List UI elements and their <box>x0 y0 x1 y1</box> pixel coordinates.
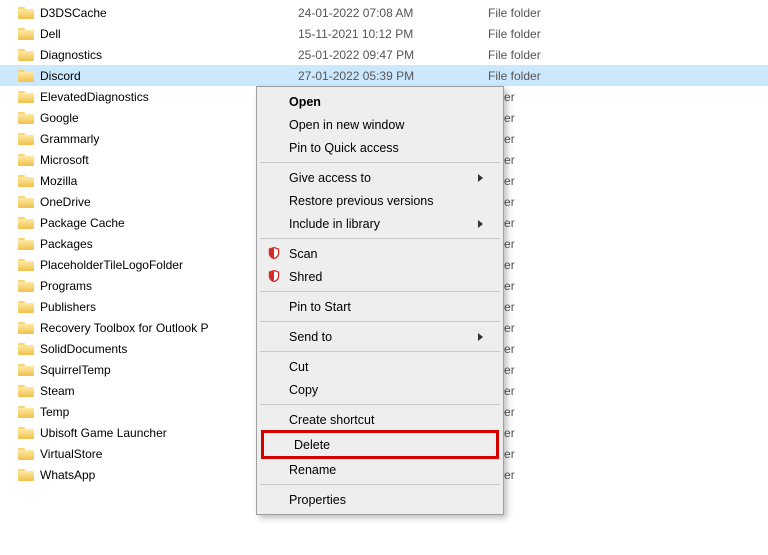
menu-shred[interactable]: Shred <box>259 265 501 288</box>
chevron-right-icon <box>478 220 483 228</box>
folder-icon <box>18 405 34 418</box>
folder-icon <box>18 174 34 187</box>
file-name: Diagnostics <box>40 48 298 62</box>
file-type: older <box>488 321 608 335</box>
folder-icon <box>18 195 34 208</box>
folder-icon <box>18 426 34 439</box>
file-row[interactable]: Discord27-01-2022 05:39 PMFile folder <box>0 65 768 86</box>
menu-open[interactable]: Open <box>259 90 501 113</box>
menu-restore-previous[interactable]: Restore previous versions <box>259 189 501 212</box>
file-name: D3DSCache <box>40 6 298 20</box>
menu-open-new-window[interactable]: Open in new window <box>259 113 501 136</box>
menu-give-access-to[interactable]: Give access to <box>259 166 501 189</box>
file-type: older <box>488 426 608 440</box>
shield-shred-icon <box>267 269 281 283</box>
menu-separator <box>260 404 500 405</box>
file-row[interactable]: Dell15-11-2021 10:12 PMFile folder <box>0 23 768 44</box>
menu-separator <box>260 238 500 239</box>
folder-icon <box>18 69 34 82</box>
file-date: 24-01-2022 07:08 AM <box>298 6 488 20</box>
folder-icon <box>18 237 34 250</box>
folder-icon <box>18 342 34 355</box>
folder-icon <box>18 468 34 481</box>
file-type: older <box>488 111 608 125</box>
menu-separator <box>260 351 500 352</box>
folder-icon <box>18 384 34 397</box>
folder-icon <box>18 6 34 19</box>
menu-cut[interactable]: Cut <box>259 355 501 378</box>
file-type: File folder <box>488 69 608 83</box>
menu-separator <box>260 321 500 322</box>
file-type: older <box>488 153 608 167</box>
folder-icon <box>18 111 34 124</box>
menu-include-library[interactable]: Include in library <box>259 212 501 235</box>
file-type: older <box>488 132 608 146</box>
menu-delete[interactable]: Delete <box>264 433 496 456</box>
folder-icon <box>18 279 34 292</box>
folder-icon <box>18 132 34 145</box>
file-date: 27-01-2022 05:39 PM <box>298 69 488 83</box>
file-type: older <box>488 90 608 104</box>
folder-icon <box>18 300 34 313</box>
folder-icon <box>18 363 34 376</box>
menu-pin-quick-access[interactable]: Pin to Quick access <box>259 136 501 159</box>
menu-create-shortcut[interactable]: Create shortcut <box>259 408 501 431</box>
menu-properties[interactable]: Properties <box>259 488 501 511</box>
menu-separator <box>260 291 500 292</box>
file-date: 25-01-2022 09:47 PM <box>298 48 488 62</box>
menu-scan[interactable]: Scan <box>259 242 501 265</box>
folder-icon <box>18 216 34 229</box>
file-type: File folder <box>488 27 608 41</box>
chevron-right-icon <box>478 333 483 341</box>
menu-rename[interactable]: Rename <box>259 458 501 481</box>
file-type: File folder <box>488 6 608 20</box>
file-type: older <box>488 237 608 251</box>
file-row[interactable]: D3DSCache24-01-2022 07:08 AMFile folder <box>0 2 768 23</box>
context-menu: Open Open in new window Pin to Quick acc… <box>256 86 504 515</box>
file-type: older <box>488 279 608 293</box>
folder-icon <box>18 48 34 61</box>
menu-pin-start[interactable]: Pin to Start <box>259 295 501 318</box>
folder-icon <box>18 27 34 40</box>
file-type: older <box>488 363 608 377</box>
file-type: older <box>488 384 608 398</box>
folder-icon <box>18 258 34 271</box>
shield-scan-icon <box>267 246 281 260</box>
menu-separator <box>260 162 500 163</box>
menu-separator <box>260 484 500 485</box>
file-type: older <box>488 195 608 209</box>
menu-copy[interactable]: Copy <box>259 378 501 401</box>
file-type: older <box>488 342 608 356</box>
delete-highlight: Delete <box>261 430 499 459</box>
file-type: older <box>488 300 608 314</box>
menu-send-to[interactable]: Send to <box>259 325 501 348</box>
file-type: File folder <box>488 48 608 62</box>
file-type: older <box>488 468 608 482</box>
folder-icon <box>18 447 34 460</box>
file-name: Dell <box>40 27 298 41</box>
file-name: Discord <box>40 69 298 83</box>
folder-icon <box>18 153 34 166</box>
file-type: older <box>488 405 608 419</box>
file-type: older <box>488 174 608 188</box>
chevron-right-icon <box>478 174 483 182</box>
file-type: older <box>488 258 608 272</box>
folder-icon <box>18 90 34 103</box>
folder-icon <box>18 321 34 334</box>
file-type: older <box>488 447 608 461</box>
file-date: 15-11-2021 10:12 PM <box>298 27 488 41</box>
file-row[interactable]: Diagnostics25-01-2022 09:47 PMFile folde… <box>0 44 768 65</box>
file-type: older <box>488 216 608 230</box>
